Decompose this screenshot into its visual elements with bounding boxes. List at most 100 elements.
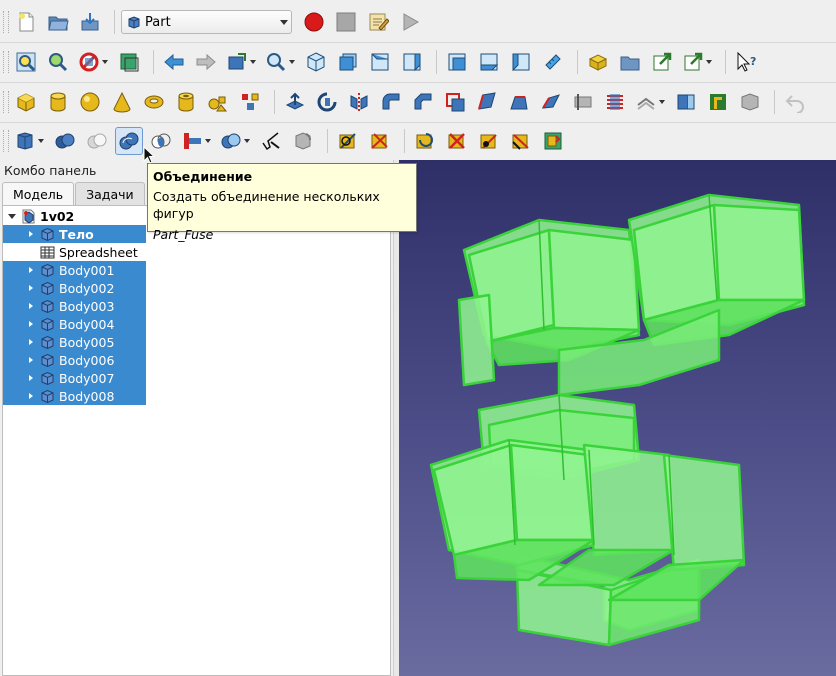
link-actions-dropdown[interactable] [705,48,713,76]
join-icon[interactable] [179,127,205,155]
stop-macro-icon[interactable] [332,8,360,36]
tree-item-body004[interactable]: Body004 [3,315,146,333]
bottom-view-icon[interactable] [475,48,503,76]
open-file-icon[interactable] [44,8,72,36]
compound-icon[interactable] [12,127,38,155]
forward-icon[interactable] [192,48,220,76]
undo-icon[interactable] [781,88,809,116]
loft-icon[interactable] [505,88,533,116]
draw-style-dropdown[interactable] [101,48,109,76]
tree-item-body[interactable]: Тело [3,225,146,243]
record-macro-icon[interactable] [300,8,328,36]
group-icon[interactable] [616,48,644,76]
ruled-surface-icon[interactable] [473,88,501,116]
cross-sections-icon[interactable] [601,88,629,116]
expand-arrow-icon[interactable] [25,225,37,243]
section-icon[interactable] [569,88,597,116]
tab-model[interactable]: Модель [2,182,75,206]
offset-icon[interactable] [633,88,659,116]
toolbar-grip[interactable] [3,11,9,33]
measure-angular-icon[interactable] [366,127,394,155]
split-icon[interactable] [218,127,244,155]
torus-icon[interactable] [140,88,168,116]
projection-icon[interactable] [704,88,732,116]
top-view-icon[interactable] [366,48,394,76]
workbench-nav-dropdown[interactable] [249,48,257,76]
measure-refresh-icon[interactable] [411,127,439,155]
color-icon[interactable] [736,88,764,116]
workbench-nav-icon[interactable] [224,48,250,76]
tree-item-body005[interactable]: Body005 [3,333,146,351]
tree-item-body006[interactable]: Body006 [3,351,146,369]
workbench-selector[interactable]: Part [121,10,292,34]
expand-arrow-icon[interactable] [25,387,37,405]
rear-view-icon[interactable] [443,48,471,76]
chamfer-icon[interactable] [409,88,437,116]
toolbar-grip[interactable] [3,130,9,152]
new-file-icon[interactable] [12,8,40,36]
join-dropdown[interactable] [204,127,212,155]
boolean-icon[interactable] [51,127,79,155]
left-view-icon[interactable] [507,48,535,76]
measure-toggle-delta-icon[interactable] [539,127,567,155]
expand-arrow-icon[interactable] [25,369,37,387]
std-zoom-dropdown[interactable] [288,48,296,76]
link-icon[interactable] [648,48,676,76]
compound-dropdown[interactable] [37,127,45,155]
back-icon[interactable] [160,48,188,76]
mirror-icon[interactable] [345,88,373,116]
tree-item-body002[interactable]: Body002 [3,279,146,297]
part-icon[interactable] [584,48,612,76]
check-geometry-icon[interactable] [257,127,285,155]
edit-macro-icon[interactable] [364,8,392,36]
box-icon[interactable] [12,88,40,116]
extrude-icon[interactable] [281,88,309,116]
measure-toggle-all-icon[interactable] [475,127,503,155]
measure-toggle-3d-icon[interactable] [507,127,535,155]
cut-icon[interactable] [83,127,111,155]
sphere-icon[interactable] [76,88,104,116]
split-dropdown[interactable] [243,127,251,155]
make-face-icon[interactable] [441,88,469,116]
offset-dropdown[interactable] [658,88,666,116]
draw-style-icon[interactable] [76,48,102,76]
isometric-icon[interactable] [302,48,330,76]
front-view-icon[interactable] [334,48,362,76]
expand-arrow-icon[interactable] [25,351,37,369]
shape-builder-icon[interactable] [236,88,264,116]
expand-arrow-icon[interactable] [25,261,37,279]
collapse-arrow-icon[interactable] [6,207,18,225]
right-view-icon[interactable] [398,48,426,76]
sweep-icon[interactable] [537,88,565,116]
tube-icon[interactable] [172,88,200,116]
cone-icon[interactable] [108,88,136,116]
std-zoom-icon[interactable] [263,48,289,76]
toolbar-grip[interactable] [3,51,9,73]
measure-clear-icon[interactable] [443,127,471,155]
toolbar-grip[interactable] [3,91,9,113]
measure-linear-icon[interactable] [334,127,362,155]
link-actions-icon[interactable] [680,48,706,76]
expand-arrow-icon[interactable] [25,333,37,351]
3d-view[interactable] [399,160,836,676]
run-macro-icon[interactable] [396,8,424,36]
measure-icon[interactable] [539,48,567,76]
tree-item-body001[interactable]: Body001 [3,261,146,279]
whats-this-icon[interactable]: ? [732,48,760,76]
revolve-icon[interactable] [313,88,341,116]
bounding-box-icon[interactable] [115,48,143,76]
cylinder-icon[interactable] [44,88,72,116]
3d-model-fused-bodies[interactable] [399,160,836,676]
fit-all-icon[interactable] [12,48,40,76]
expand-arrow-icon[interactable] [25,315,37,333]
tree-item-body007[interactable]: Body007 [3,369,146,387]
expand-arrow-icon[interactable] [25,297,37,315]
thickness-icon[interactable] [672,88,700,116]
fit-selection-icon[interactable] [44,48,72,76]
tab-tasks[interactable]: Задачи [75,182,145,205]
defeaturing-icon[interactable] [289,127,317,155]
tree-item-body008[interactable]: Body008 [3,387,146,405]
tree-item-body003[interactable]: Body003 [3,297,146,315]
primitives-icon[interactable] [204,88,232,116]
expand-arrow-icon[interactable] [25,279,37,297]
